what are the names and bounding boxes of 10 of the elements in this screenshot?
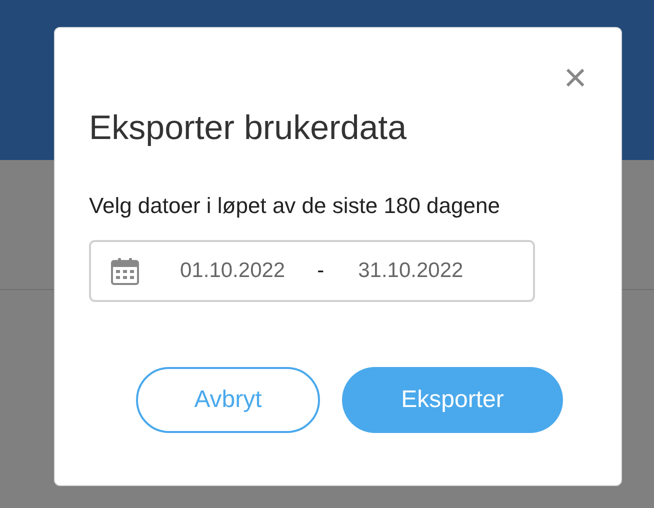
end-date: 31.10.2022 <box>358 258 464 284</box>
export-button[interactable]: Eksporter <box>342 367 563 433</box>
instruction-text: Velg datoer i løpet av de siste 180 dagene <box>89 192 500 220</box>
calendar-icon <box>110 256 140 286</box>
cancel-button[interactable]: Avbryt <box>136 367 320 433</box>
date-range-field[interactable]: 01.10.2022 - 31.10.2022 <box>89 240 535 302</box>
close-button[interactable]: × <box>564 60 587 96</box>
dialog-title: Eksporter brukerdata <box>89 108 406 148</box>
date-separator: - <box>317 258 324 284</box>
start-date: 01.10.2022 <box>180 258 286 284</box>
